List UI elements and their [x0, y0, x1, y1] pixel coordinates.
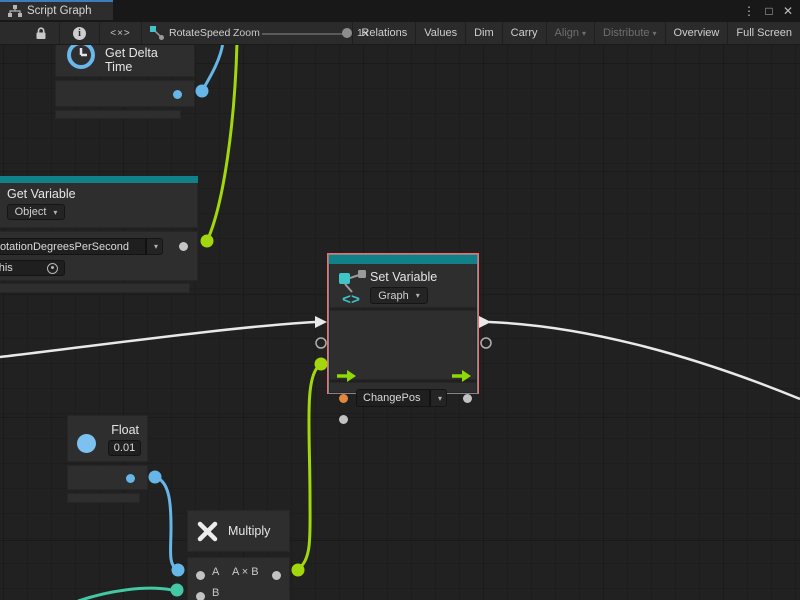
values-button[interactable]: Values: [415, 22, 465, 44]
variable-accent-bar: [0, 176, 198, 183]
port-label-output: A × B: [232, 566, 259, 578]
fullscreen-button[interactable]: Full Screen: [727, 22, 800, 44]
code-view-icon: <×>: [110, 28, 131, 39]
maximize-icon[interactable]: □: [760, 0, 778, 22]
menu-icon[interactable]: ⋮: [740, 0, 758, 22]
distribute-button[interactable]: Distribute▾: [594, 22, 664, 44]
output-port-delta-time[interactable]: [173, 90, 182, 99]
chevron-down-icon: ▾: [416, 291, 420, 300]
dim-button[interactable]: Dim: [465, 22, 502, 44]
info-button[interactable]: i: [60, 22, 100, 44]
node-title: Set Variable: [370, 270, 437, 284]
graph-variable-icon: <>: [337, 268, 367, 306]
window-tab-bar: Script Graph ⋮ □ ✕: [0, 0, 800, 22]
chevron-down-icon: ▾: [438, 394, 442, 403]
graph-icon: [8, 5, 22, 17]
variable-accent-bar: [329, 255, 477, 264]
carry-button[interactable]: Carry: [502, 22, 546, 44]
node-get-variable[interactable]: Get Variable Object ▾ RotationDegreesPer…: [0, 176, 198, 293]
node-multiply[interactable]: Multiply A A × B B: [187, 510, 290, 600]
code-view-button[interactable]: <×>: [100, 22, 142, 44]
node-footer: [67, 493, 140, 503]
zoom-slider-track[interactable]: [262, 33, 350, 35]
zoom-label: Zoom: [233, 22, 260, 44]
variable-name-field[interactable]: ChangePos: [356, 389, 430, 407]
object-picker-icon[interactable]: [47, 263, 58, 274]
overview-button[interactable]: Overview: [665, 22, 728, 44]
relations-button[interactable]: Relations: [352, 22, 415, 44]
chevron-down-icon: ▾: [53, 208, 57, 217]
chevron-down-icon: ▾: [154, 242, 158, 251]
node-footer: [0, 283, 190, 293]
output-port-float[interactable]: [126, 474, 135, 483]
unity-visual-scripting-window: Time Get Delta Time Get Variable Object …: [0, 0, 800, 600]
node-title: Multiply: [228, 524, 270, 538]
lock-button[interactable]: [22, 22, 60, 44]
output-port-value[interactable]: [463, 394, 472, 403]
info-icon: i: [73, 27, 86, 40]
float-icon: [77, 434, 96, 453]
chevron-down-icon: ▾: [653, 29, 657, 38]
target-field[interactable]: This: [0, 260, 65, 276]
variable-name-field[interactable]: RotationDegreesPerSecond: [0, 238, 146, 255]
close-icon[interactable]: ✕: [779, 0, 797, 22]
tab-script-graph[interactable]: Script Graph: [0, 0, 113, 20]
lock-icon: [35, 26, 47, 40]
input-port-a[interactable]: [196, 571, 205, 580]
float-value-input[interactable]: 0.01: [108, 440, 141, 456]
node-title: Get Variable: [7, 187, 189, 201]
tab-title: Script Graph: [27, 5, 92, 17]
multiply-icon: [196, 520, 219, 543]
port-label-b: B: [212, 587, 219, 599]
variable-scope-dropdown[interactable]: Graph ▾: [370, 287, 428, 304]
flow-output-arrow[interactable]: [451, 369, 472, 383]
graph-toolbar: i <×> RotateSpeed Zoom 1x Relations Valu…: [0, 22, 800, 45]
node-title: Get Delta Time: [105, 46, 186, 74]
current-graph[interactable]: RotateSpeed: [150, 22, 230, 44]
input-port-b[interactable]: [196, 592, 205, 600]
variable-name-caret-button[interactable]: ▾: [430, 389, 447, 407]
chevron-down-icon: ▾: [582, 29, 586, 38]
variable-name-caret-button[interactable]: ▾: [146, 238, 163, 255]
variable-scope-dropdown[interactable]: Object ▾: [7, 204, 65, 220]
zoom-slider-knob[interactable]: [342, 28, 352, 38]
node-set-variable[interactable]: <> Set Variable Graph ▾ ChangePos: [329, 255, 477, 393]
svg-text:<>: <>: [342, 292, 360, 306]
node-float[interactable]: Float 0.01: [67, 415, 148, 503]
input-port-fallback[interactable]: [339, 415, 348, 424]
flow-input-arrow[interactable]: [336, 369, 357, 383]
node-title: Float: [111, 423, 139, 437]
port-label-a: A: [212, 566, 219, 578]
output-port-product[interactable]: [272, 571, 281, 580]
align-button[interactable]: Align▾: [546, 22, 594, 44]
toolbar-right-group: Relations Values Dim Carry Align▾ Distri…: [352, 22, 800, 44]
node-footer: [55, 110, 181, 119]
input-port-value[interactable]: [339, 394, 348, 403]
graph-asset-icon: [150, 26, 164, 40]
output-port-value[interactable]: [179, 242, 188, 251]
graph-name-label: RotateSpeed: [169, 27, 230, 39]
